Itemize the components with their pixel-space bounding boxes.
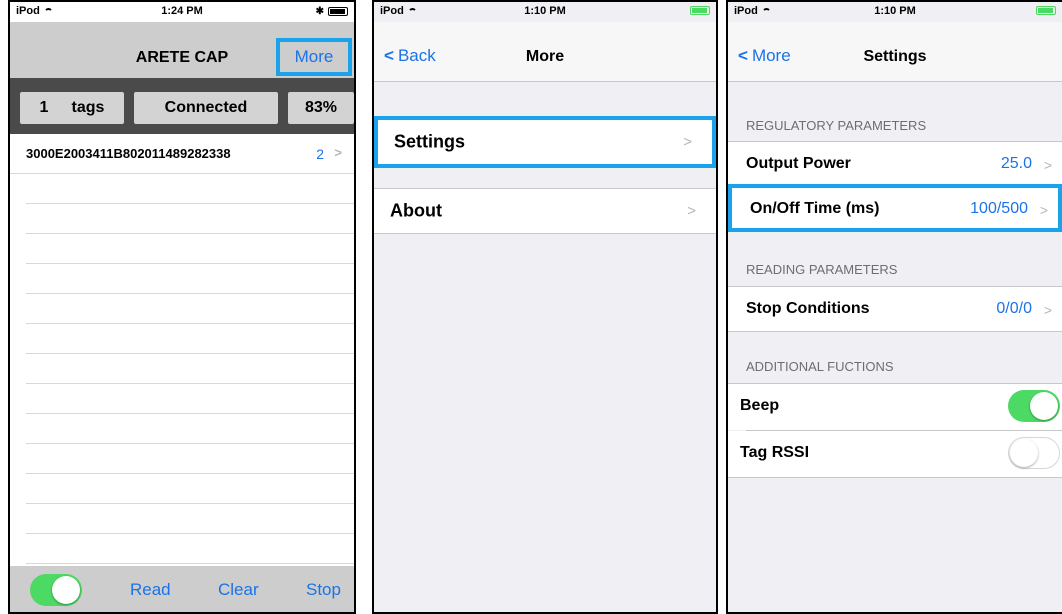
on-off-time-value: 100/500 xyxy=(970,200,1028,217)
output-power-label: Output Power xyxy=(746,155,851,172)
beep-toggle[interactable] xyxy=(1008,390,1060,422)
battery-percent: 83% xyxy=(288,92,354,124)
empty-row xyxy=(26,234,354,264)
nav-bar: < More Settings xyxy=(728,22,1062,82)
tag-count: 1 xyxy=(39,99,49,116)
battery-charging-icon xyxy=(1036,6,1056,15)
continuous-read-toggle[interactable] xyxy=(30,574,82,606)
section-header-reading: READING PARAMETERS xyxy=(746,262,898,277)
inventory-screen: iPod 1:24 PM ✱ ARETE CAP More 1 tags Con… xyxy=(8,0,356,614)
clear-button[interactable]: Clear xyxy=(218,580,259,600)
empty-row xyxy=(26,354,354,384)
chevron-right-icon: > xyxy=(687,202,696,220)
on-off-time-row[interactable]: On/Off Time (ms) 100/500 > xyxy=(728,184,1062,232)
beep-label: Beep xyxy=(740,397,780,414)
about-label: About xyxy=(390,200,442,221)
tag-count-badge: 1 tags xyxy=(20,92,124,124)
chevron-right-icon: > xyxy=(1043,302,1052,318)
status-bar: iPod 1:24 PM ✱ xyxy=(10,2,354,22)
tag-read-count: 2 xyxy=(316,145,324,162)
nav-bar: ARETE CAP More xyxy=(10,22,354,78)
empty-row xyxy=(26,294,354,324)
clock: 1:24 PM xyxy=(161,5,203,17)
more-screen: iPod 1:10 PM < Back More Settings > About… xyxy=(372,0,718,614)
page-title: Settings xyxy=(863,48,927,65)
status-bar: iPod 1:10 PM xyxy=(374,2,716,22)
chevron-right-icon: > xyxy=(1039,202,1048,218)
on-off-time-label: On/Off Time (ms) xyxy=(750,200,880,217)
chevron-right-icon: > xyxy=(683,133,692,151)
empty-row xyxy=(26,204,354,234)
bottom-toolbar: Read Clear Stop xyxy=(10,566,354,612)
empty-row xyxy=(26,414,354,444)
stop-conditions-label: Stop Conditions xyxy=(746,300,870,317)
section-header-additional: ADDITIONAL FUCTIONS xyxy=(746,359,894,374)
tag-count-label: tags xyxy=(71,99,105,116)
tag-rssi-toggle[interactable] xyxy=(1008,437,1060,469)
beep-row: Beep xyxy=(728,384,1062,430)
battery-icon xyxy=(328,7,348,16)
section-header-regulatory: REGULATORY PARAMETERS xyxy=(746,118,927,133)
empty-row xyxy=(26,504,354,534)
battery-charging-icon xyxy=(690,6,710,15)
more-button[interactable]: More xyxy=(276,38,352,76)
output-power-row[interactable]: Output Power 25.0 > xyxy=(728,142,1062,186)
clock: 1:10 PM xyxy=(874,5,916,17)
read-button[interactable]: Read xyxy=(130,580,171,600)
tag-rssi-label: Tag RSSI xyxy=(740,444,810,461)
tag-row[interactable]: 3000E2003411B802011489282338 2 > xyxy=(10,134,354,174)
settings-row[interactable]: Settings > xyxy=(374,116,716,168)
tag-rssi-row: Tag RSSI xyxy=(728,431,1062,477)
tag-list: 3000E2003411B802011489282338 2 > xyxy=(10,134,354,564)
tag-epc: 3000E2003411B802011489282338 xyxy=(26,146,231,161)
empty-row xyxy=(26,264,354,294)
status-bar: iPod 1:10 PM xyxy=(728,2,1062,22)
reader-summary-bar: 1 tags Connected 83% xyxy=(10,78,354,134)
stop-conditions-row[interactable]: Stop Conditions 0/0/0 > xyxy=(728,287,1062,331)
connection-status: Connected xyxy=(134,92,278,124)
empty-row xyxy=(26,174,354,204)
empty-row xyxy=(26,324,354,354)
chevron-right-icon: > xyxy=(334,145,342,160)
page-title: More xyxy=(525,48,565,65)
clock: 1:10 PM xyxy=(524,5,566,17)
output-power-value: 25.0 xyxy=(1000,155,1032,172)
stop-button[interactable]: Stop xyxy=(306,580,341,600)
settings-label: Settings xyxy=(394,131,466,152)
empty-row xyxy=(26,474,354,504)
empty-row xyxy=(26,534,354,564)
settings-screen: iPod 1:10 PM < More Settings REGULATORY P… xyxy=(726,0,1062,614)
bluetooth-icon: ✱ xyxy=(315,6,324,17)
about-row[interactable]: About > xyxy=(374,188,716,234)
stop-conditions-value: 0/0/0 xyxy=(996,300,1032,317)
empty-row xyxy=(26,384,354,414)
empty-row xyxy=(26,444,354,474)
nav-bar: < Back More xyxy=(374,22,716,82)
chevron-right-icon: > xyxy=(1043,157,1052,173)
